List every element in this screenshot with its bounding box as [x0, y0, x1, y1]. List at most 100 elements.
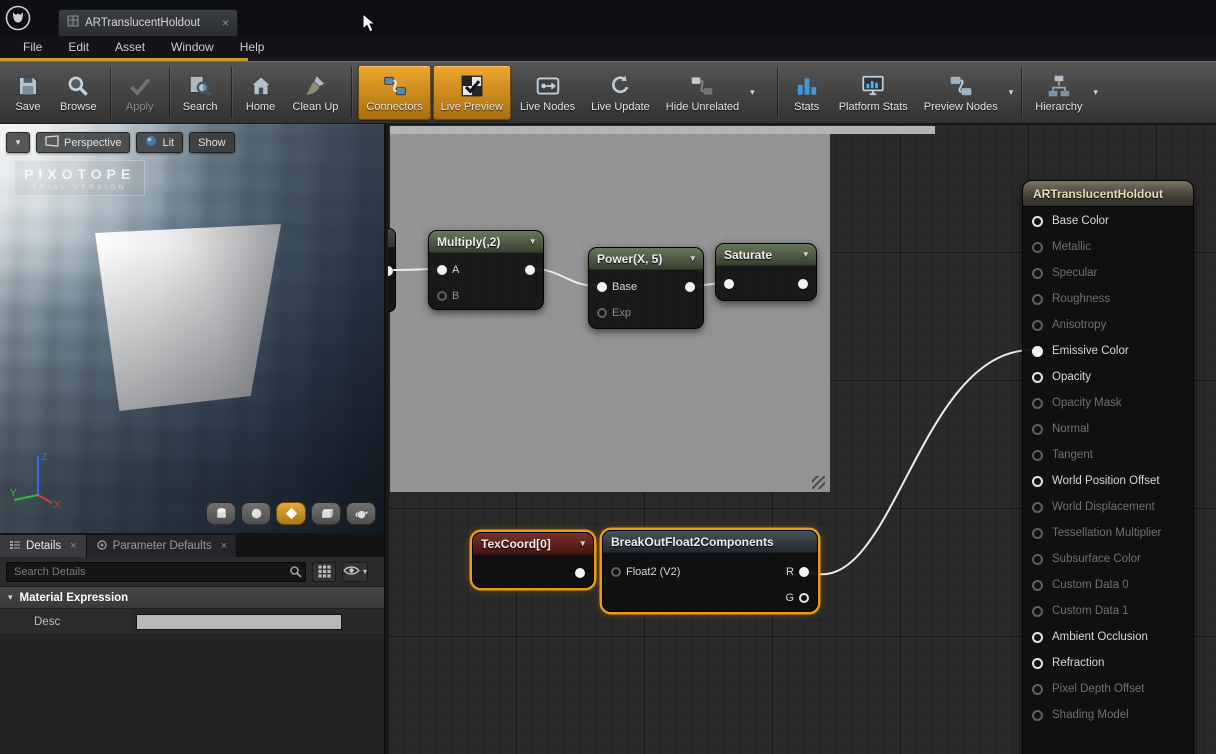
- show-button[interactable]: Show: [189, 132, 235, 153]
- material-pin-base-color[interactable]: Base Color: [1032, 208, 1187, 234]
- desc-input[interactable]: [136, 614, 342, 630]
- material-pin-tangent[interactable]: Tangent: [1032, 442, 1187, 468]
- node-saturate[interactable]: Saturate ▾: [715, 243, 817, 301]
- pin-float2[interactable]: Float2 (V2): [611, 565, 680, 579]
- pin-icon[interactable]: [1032, 606, 1043, 617]
- pin-icon[interactable]: [799, 567, 809, 577]
- clean-up-button[interactable]: Clean Up: [286, 65, 346, 120]
- tab-parameter-defaults[interactable]: Parameter Defaults ×: [87, 535, 238, 557]
- pin-icon[interactable]: [1032, 658, 1043, 669]
- material-pin-specular[interactable]: Specular: [1032, 260, 1187, 286]
- pin-icon[interactable]: [1032, 424, 1043, 435]
- lit-button[interactable]: Lit: [136, 132, 183, 153]
- pin-icon[interactable]: [1032, 528, 1043, 539]
- material-pin-shading-model[interactable]: Shading Model: [1032, 702, 1187, 728]
- material-graph-canvas[interactable]: Multiply(,2) ▾ A B Power(X, 5): [388, 124, 1216, 754]
- chevron-down-icon[interactable]: ▾: [574, 538, 585, 549]
- preview-viewport[interactable]: ▾ Perspective Lit Show PIXOTOPE TR: [0, 124, 384, 533]
- material-pin-tessellation-multiplier[interactable]: Tessellation Multiplier: [1032, 520, 1187, 546]
- category-material-expression[interactable]: ▾ Material Expression: [0, 587, 384, 609]
- pin-icon[interactable]: [1032, 554, 1043, 565]
- menu-edit[interactable]: Edit: [55, 36, 102, 58]
- chevron-down-icon[interactable]: ▾: [797, 249, 808, 260]
- pin-icon[interactable]: [597, 308, 607, 318]
- perspective-button[interactable]: Perspective: [36, 132, 130, 153]
- pin-input[interactable]: [724, 277, 734, 291]
- material-pin-world-position-offset[interactable]: World Position Offset: [1032, 468, 1187, 494]
- material-pin-anisotropy[interactable]: Anisotropy: [1032, 312, 1187, 338]
- pin-base[interactable]: Base: [597, 280, 637, 294]
- pin-icon[interactable]: [1032, 476, 1043, 487]
- material-pin-pixel-depth-offset[interactable]: Pixel Depth Offset: [1032, 676, 1187, 702]
- menu-window[interactable]: Window: [158, 36, 227, 58]
- pin-output[interactable]: [575, 566, 585, 580]
- search-button[interactable]: Search: [176, 65, 225, 120]
- node-material-result[interactable]: ARTranslucentHoldout Base Color Metallic…: [1022, 180, 1194, 754]
- pin-icon[interactable]: [1032, 294, 1043, 305]
- search-details-input[interactable]: [6, 562, 306, 582]
- preview-plane-button[interactable]: [276, 502, 306, 525]
- node-texcoord[interactable]: TexCoord[0] ▾: [472, 532, 594, 588]
- preview-sphere-button[interactable]: [241, 502, 271, 525]
- pin-icon[interactable]: [1032, 450, 1043, 461]
- material-pin-normal[interactable]: Normal: [1032, 416, 1187, 442]
- preview-teapot-button[interactable]: [346, 502, 376, 525]
- apply-button[interactable]: Apply: [117, 65, 163, 120]
- pin-icon[interactable]: [1032, 268, 1043, 279]
- close-details-tab-icon[interactable]: ×: [70, 540, 76, 552]
- pin-icon[interactable]: [525, 265, 535, 275]
- pin-icon[interactable]: [1032, 346, 1043, 357]
- menu-asset[interactable]: Asset: [102, 36, 158, 58]
- node-breakout-float2[interactable]: BreakOutFloat2Components Float2 (V2) R G: [602, 530, 818, 612]
- pin-icon[interactable]: [798, 279, 808, 289]
- live-nodes-button[interactable]: Live Nodes: [513, 65, 582, 120]
- hierarchy-dropdown-icon[interactable]: ▾: [1090, 62, 1101, 123]
- pin-exp[interactable]: Exp: [597, 306, 631, 320]
- pin-a[interactable]: A: [437, 263, 459, 277]
- material-pin-custom-data-0[interactable]: Custom Data 0: [1032, 572, 1187, 598]
- stats-button[interactable]: Stats: [784, 65, 830, 120]
- material-pin-refraction[interactable]: Refraction: [1032, 650, 1187, 676]
- pin-icon[interactable]: [437, 291, 447, 301]
- preview-nodes-dropdown-icon[interactable]: ▾: [1006, 62, 1017, 123]
- pin-r[interactable]: R: [786, 565, 809, 579]
- hide-unrelated-button[interactable]: Hide Unrelated: [659, 65, 746, 120]
- material-pin-opacity[interactable]: Opacity: [1032, 364, 1187, 390]
- menu-file[interactable]: File: [10, 36, 55, 58]
- comment-node-header[interactable]: [390, 126, 935, 134]
- material-pin-custom-data-1[interactable]: Custom Data 1: [1032, 598, 1187, 624]
- pin-icon[interactable]: [1032, 242, 1043, 253]
- viewport-options-button[interactable]: ▾: [6, 132, 30, 153]
- clipped-node[interactable]: [388, 228, 396, 312]
- pin-icon[interactable]: [685, 282, 695, 292]
- property-matrix-button[interactable]: [312, 562, 336, 582]
- category-expander-icon[interactable]: ▾: [8, 592, 13, 603]
- pin-icon[interactable]: [799, 593, 809, 603]
- material-pin-ambient-occlusion[interactable]: Ambient Occlusion: [1032, 624, 1187, 650]
- search-details-field[interactable]: [6, 562, 306, 582]
- home-button[interactable]: Home: [238, 65, 284, 120]
- save-button[interactable]: Save: [5, 65, 51, 120]
- pin-g[interactable]: G: [785, 591, 809, 605]
- asset-tab[interactable]: ARTranslucentHoldout ×: [58, 9, 238, 36]
- comment-resize-handle[interactable]: [812, 476, 825, 489]
- preview-nodes-button[interactable]: Preview Nodes: [917, 65, 1005, 120]
- chevron-down-icon[interactable]: ▾: [524, 236, 535, 247]
- material-pin-emissive-color[interactable]: Emissive Color: [1032, 338, 1187, 364]
- close-tab-icon[interactable]: ×: [222, 17, 229, 29]
- pin-icon[interactable]: [575, 568, 585, 578]
- pin-icon[interactable]: [1032, 710, 1043, 721]
- menu-help[interactable]: Help: [227, 36, 278, 58]
- pin-icon[interactable]: [1032, 372, 1043, 383]
- pin-icon[interactable]: [388, 266, 393, 276]
- pin-icon[interactable]: [724, 279, 734, 289]
- pin-output[interactable]: [798, 277, 808, 291]
- connectors-button[interactable]: Connectors: [358, 65, 430, 120]
- view-options-button[interactable]: ▾: [342, 562, 368, 582]
- pin-output[interactable]: [525, 263, 535, 277]
- platform-stats-button[interactable]: Platform Stats: [832, 65, 915, 120]
- pin-icon[interactable]: [597, 282, 607, 292]
- node-multiply[interactable]: Multiply(,2) ▾ A B: [428, 230, 544, 310]
- material-pin-opacity-mask[interactable]: Opacity Mask: [1032, 390, 1187, 416]
- node-power[interactable]: Power(X, 5) ▾ Base Exp: [588, 247, 704, 329]
